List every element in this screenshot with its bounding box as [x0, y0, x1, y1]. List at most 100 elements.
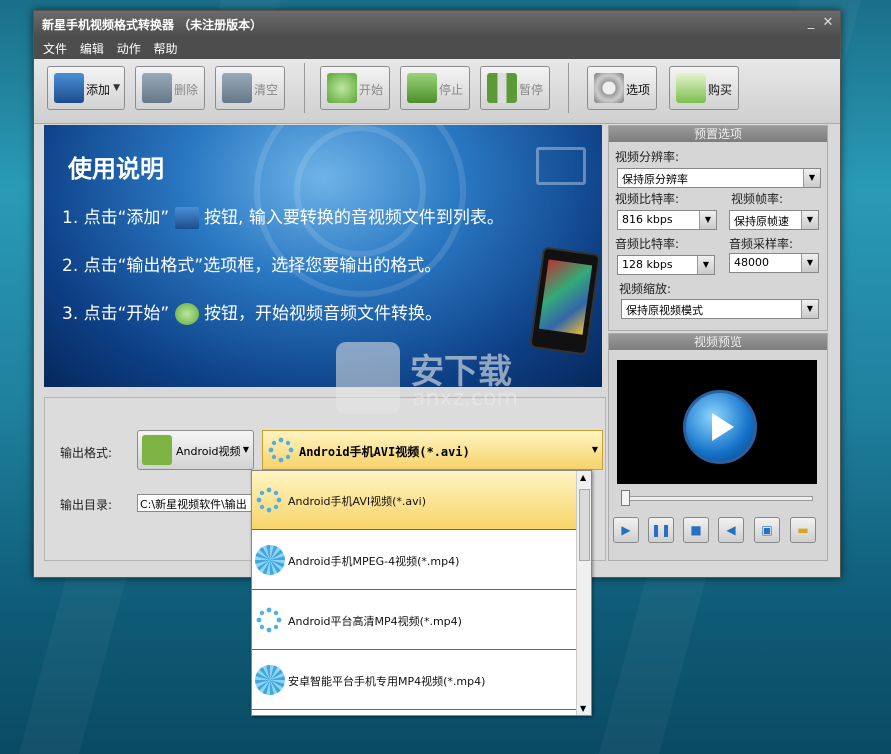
scrollbar-thumb[interactable]: [579, 489, 590, 561]
audio-rate-select[interactable]: 48000 ▼: [729, 253, 819, 273]
minimize-button[interactable]: _: [804, 16, 818, 30]
output-format-label: 输出格式:: [60, 446, 113, 460]
dropdown-item-label: Android平台高清MP4视频(*.mp4): [288, 615, 462, 628]
menu-help[interactable]: 帮助: [154, 37, 178, 57]
output-dir-label: 输出目录:: [60, 498, 113, 512]
buy-label: 购买: [708, 83, 733, 97]
video-bitrate-select[interactable]: 816 kbps ▼: [617, 210, 717, 230]
stop-button[interactable]: ■: [683, 517, 709, 543]
video-fps-label: 视频帧率:: [731, 192, 784, 206]
refresh-icon: [327, 73, 357, 103]
output-format-value: Android手机AVI视频(*.avi): [299, 445, 470, 459]
snapshot-icon[interactable]: ▣: [754, 517, 780, 543]
step1-suffix: 按钮, 输入要转换的音视频文件到列表。: [204, 208, 504, 228]
format-dots-icon: [256, 607, 282, 633]
output-dir-field[interactable]: C:\新星视频软件\输出: [137, 494, 262, 512]
phone-screen: [538, 259, 593, 335]
scroll-down-icon[interactable]: ▼: [580, 704, 586, 713]
watermark-url: anxz.com: [412, 386, 518, 411]
title-bar: 新星手机视频格式转换器 （未注册版本） _ ✕: [34, 11, 840, 37]
clear-video-icon: [222, 73, 252, 103]
chevron-down-icon: ▼: [697, 256, 714, 274]
film-reel-decoration: [294, 125, 426, 257]
start-button[interactable]: 开始: [320, 66, 390, 110]
menu-edit[interactable]: 编辑: [80, 37, 104, 57]
video-fps-select[interactable]: 保持原帧速 ▼: [729, 210, 819, 230]
dropdown-scrollbar[interactable]: ▲ ▼: [576, 471, 591, 715]
scale-label: 视频缩放:: [619, 282, 672, 296]
audio-rate-value: 48000: [734, 256, 769, 269]
close-button[interactable]: ✕: [821, 16, 835, 30]
watermark: 安下载 anxz.com: [336, 338, 546, 418]
toolbar: 添加 ▼ 删除 清空 开始 停止 暂停 选项 购买: [34, 59, 840, 124]
film-icon: [536, 147, 586, 185]
buy-button[interactable]: 购买: [669, 66, 739, 110]
dropdown-item[interactable]: Android平台高清MP4视频(*.mp4): [252, 591, 576, 650]
audio-bitrate-label: 音频比特率:: [615, 237, 680, 251]
instructions-title: 使用说明: [68, 155, 164, 183]
scroll-up-icon[interactable]: ▲: [580, 473, 586, 482]
clear-button[interactable]: 清空: [215, 66, 285, 110]
start-label: 开始: [359, 83, 384, 97]
stop-label: 停止: [439, 83, 464, 97]
menu-action[interactable]: 动作: [117, 37, 141, 57]
volume-icon[interactable]: ◀: [718, 517, 744, 543]
chevron-down-icon: ▼: [591, 445, 598, 454]
pause-label: 暂停: [519, 83, 544, 97]
step3-suffix: 按钮，开始视频音频文件转换。: [204, 304, 443, 324]
instruction-step-3: 3. 点击“开始” 按钮，开始视频音频文件转换。: [62, 299, 442, 325]
seek-track[interactable]: [621, 496, 813, 501]
gear-icon: [594, 73, 624, 103]
video-res-select[interactable]: 保持原分辨率 ▼: [617, 168, 821, 188]
dropdown-item-label: Android手机MPEG-4视频(*.mp4): [288, 555, 460, 568]
format-sunburst-icon: [255, 665, 285, 695]
seek-thumb[interactable]: [621, 490, 630, 506]
audio-rate-label: 音频采样率:: [729, 237, 794, 251]
options-button[interactable]: 选项: [587, 66, 657, 110]
format-dots-icon: [268, 437, 294, 463]
chevron-down-icon: ▼: [699, 211, 716, 229]
menu-bar: 文件 编辑 动作 帮助: [34, 37, 840, 59]
format-category-button[interactable]: Android视频 ▼: [137, 430, 254, 470]
video-bitrate-value: 816 kbps: [622, 213, 673, 226]
output-format-select[interactable]: Android手机AVI视频(*.avi) ▼: [262, 430, 603, 470]
step3-prefix: 3. 点击“开始”: [62, 304, 170, 324]
android-icon: [142, 435, 172, 465]
dropdown-item[interactable]: Android手机MPEG-4视频(*.mp4): [252, 531, 576, 590]
chevron-down-icon: ▼: [801, 300, 818, 318]
video-res-value: 保持原分辨率: [622, 173, 688, 186]
format-dropdown-list: Android手机AVI视频(*.avi) Android手机MPEG-4视频(…: [251, 470, 592, 716]
watermark-shield-icon: [336, 342, 400, 414]
instruction-step-2: 2. 点击“输出格式”选项框，选择您要输出的格式。: [62, 256, 442, 276]
folder-icon[interactable]: ▬: [790, 517, 816, 543]
stop-button[interactable]: 停止: [400, 66, 470, 110]
chevron-down-icon: ▼: [801, 211, 818, 229]
preset-options-panel: 预置选项 视频分辨率: 保持原分辨率 ▼ 视频比特率: 816 kbps ▼ 视频帧…: [608, 125, 828, 331]
instruction-step-1: 1. 点击“添加” 按钮, 输入要转换的音视频文件到列表。: [62, 203, 504, 229]
scale-select[interactable]: 保持原视频模式 ▼: [621, 299, 819, 319]
dropdown-item[interactable]: Android手机AVI视频(*.avi): [252, 471, 576, 530]
dropdown-item[interactable]: 安卓智能平台手机专用MP4视频(*.mp4): [252, 651, 576, 710]
window-title: 新星手机视频格式转换器 （未注册版本）: [42, 18, 263, 32]
video-bitrate-label: 视频比特率:: [615, 192, 680, 206]
audio-bitrate-select[interactable]: 128 kbps ▼: [617, 255, 715, 275]
add-button[interactable]: 添加 ▼: [47, 66, 125, 110]
pause-icon: [487, 73, 517, 103]
toolbar-divider: [304, 63, 305, 113]
toolbar-divider: [568, 63, 569, 113]
pause-button[interactable]: ❚❚: [648, 517, 674, 543]
play-icon[interactable]: [683, 390, 757, 464]
dropdown-item-label: Android手机AVI视频(*.avi): [288, 495, 427, 508]
pause-button[interactable]: 暂停: [480, 66, 550, 110]
play-button[interactable]: ▶: [613, 517, 639, 543]
add-video-icon: [54, 73, 84, 103]
chevron-down-icon: ▼: [242, 445, 249, 454]
video-preview-header: 视频预览: [609, 334, 827, 350]
menu-file[interactable]: 文件: [43, 37, 67, 57]
chevron-down-icon: ▼: [801, 254, 818, 272]
format-sunburst-icon: [255, 545, 285, 575]
add-video-icon: [174, 207, 199, 229]
delete-video-icon: [142, 73, 172, 103]
video-preview-panel: 视频预览 ▶ ❚❚ ■ ◀ ▣ ▬: [608, 333, 828, 561]
delete-button[interactable]: 删除: [135, 66, 205, 110]
